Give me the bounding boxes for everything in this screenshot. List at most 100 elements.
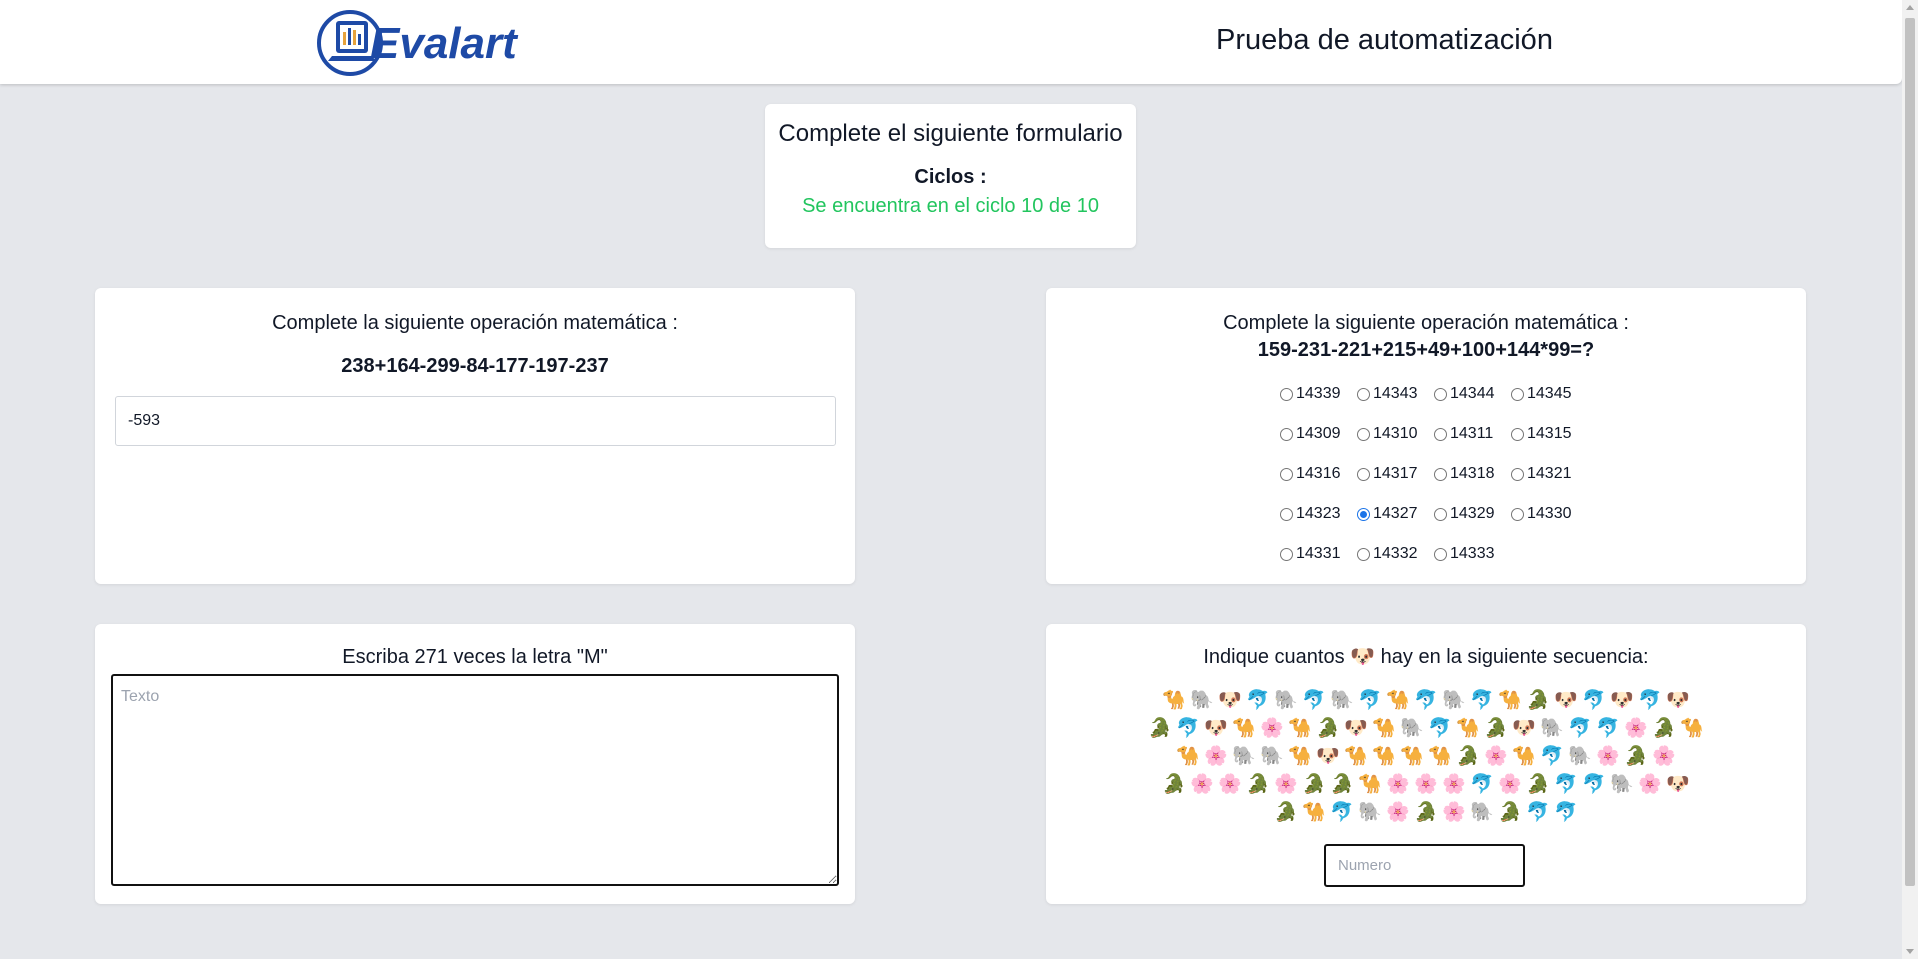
radio-button[interactable] [1434, 547, 1447, 561]
flower-icon: 🌸 [1442, 774, 1466, 795]
radio-button[interactable] [1357, 387, 1370, 401]
evalart-logo: Evalart [316, 8, 562, 78]
dolphin-icon: 🐬 [1582, 690, 1606, 711]
radio-option[interactable]: 14345 [1511, 384, 1588, 404]
radio-option[interactable]: 14344 [1434, 384, 1511, 404]
radio-option[interactable]: 14332 [1357, 544, 1434, 564]
radio-option[interactable]: 14329 [1434, 504, 1511, 524]
radio-button[interactable] [1357, 507, 1370, 521]
dog-icon: 🐶 [1610, 690, 1634, 711]
scroll-down-icon[interactable] [1906, 949, 1914, 954]
dog-icon: 🐶 [1512, 718, 1536, 739]
radio-option[interactable]: 14311 [1434, 424, 1511, 444]
camel-icon: 🐪 [1456, 718, 1480, 739]
crocodile-icon: 🐊 [1316, 718, 1340, 739]
dolphin-icon: 🐬 [1176, 718, 1200, 739]
page-title: Prueba de automatización [1216, 24, 1553, 56]
camel-icon: 🐪 [1302, 802, 1326, 823]
radio-button[interactable] [1280, 507, 1293, 521]
radio-button[interactable] [1357, 547, 1370, 561]
scroll-thumb[interactable] [1905, 18, 1915, 886]
radio-button[interactable] [1511, 467, 1524, 481]
radio-button[interactable] [1357, 427, 1370, 441]
math-answer-input[interactable] [115, 396, 836, 446]
letters-card: Escriba 271 veces la letra "M" [95, 624, 855, 904]
radio-label: 14329 [1450, 505, 1495, 522]
dolphin-icon: 🐬 [1582, 774, 1606, 795]
flower-icon: 🌸 [1260, 718, 1284, 739]
dog-icon: 🐶 [1316, 746, 1340, 767]
radio-option[interactable]: 14333 [1434, 544, 1511, 564]
radio-label: 14323 [1296, 505, 1341, 522]
crocodile-icon: 🐊 [1302, 774, 1326, 795]
dog-icon: 🐶 [1218, 690, 1242, 711]
count-heading: Indique cuantos 🐶 hay en la siguiente se… [1046, 644, 1806, 669]
radio-option[interactable]: 14309 [1280, 424, 1357, 444]
radio-row: 14331 14332 14333 [1280, 544, 1590, 584]
radio-option[interactable]: 14315 [1511, 424, 1588, 444]
radio-option[interactable]: 14331 [1280, 544, 1357, 564]
letters-textarea[interactable] [111, 674, 839, 886]
radio-button[interactable] [1511, 507, 1524, 521]
crocodile-icon: 🐊 [1414, 802, 1438, 823]
math-radio-heading: Complete la siguiente operación matemáti… [1223, 312, 1629, 334]
radio-button[interactable] [1511, 387, 1524, 401]
crocodile-icon: 🐊 [1330, 774, 1354, 795]
flower-icon: 🌸 [1442, 802, 1466, 823]
radio-button[interactable] [1434, 507, 1447, 521]
page-scrollbar[interactable] [1902, 0, 1918, 959]
radio-button[interactable] [1280, 547, 1293, 561]
radio-button[interactable] [1280, 467, 1293, 481]
math-radio-expression: 159-231-221+215+49+100+144*99=? [1257, 339, 1595, 361]
radio-option[interactable]: 14339 [1280, 384, 1357, 404]
flower-icon: 🌸 [1652, 746, 1676, 767]
crocodile-icon: 🐊 [1246, 774, 1270, 795]
radio-button[interactable] [1280, 427, 1293, 441]
emoji-row: 🐊 🐪 🐬 🐘 🌸 🐊 🌸 🐘 🐊 🐬 🐬 [1046, 800, 1806, 828]
radio-button[interactable] [1511, 427, 1524, 441]
radio-button[interactable] [1434, 427, 1447, 441]
camel-icon: 🐪 [1358, 774, 1382, 795]
dolphin-icon: 🐬 [1638, 690, 1662, 711]
dolphin-icon: 🐬 [1554, 802, 1578, 823]
camel-icon: 🐪 [1288, 718, 1312, 739]
dolphin-icon: 🐬 [1526, 802, 1550, 823]
radio-button[interactable] [1357, 467, 1370, 481]
radio-label: 14309 [1296, 425, 1341, 442]
radio-option[interactable]: 14318 [1434, 464, 1511, 484]
radio-option[interactable]: 14310 [1357, 424, 1434, 444]
radio-option[interactable]: 14343 [1357, 384, 1434, 404]
radio-button[interactable] [1434, 467, 1447, 481]
flower-icon: 🌸 [1484, 746, 1508, 767]
math-input-expression: 238+164-299-84-177-197-237 [341, 355, 609, 377]
flower-icon: 🌸 [1638, 774, 1662, 795]
radio-option[interactable]: 14316 [1280, 464, 1357, 484]
radio-button[interactable] [1434, 387, 1447, 401]
radio-option[interactable]: 14330 [1511, 504, 1588, 524]
elephant-icon: 🐘 [1260, 746, 1284, 767]
dog-icon: 🐶 [1666, 774, 1690, 795]
dog-icon: 🐶 [1344, 718, 1368, 739]
camel-icon: 🐪 [1386, 690, 1410, 711]
radio-option[interactable]: 14317 [1357, 464, 1434, 484]
count-number-input[interactable] [1324, 844, 1525, 887]
math-input-heading: Complete la siguiente operación matemáti… [272, 312, 678, 334]
elephant-icon: 🐘 [1540, 718, 1564, 739]
dolphin-icon: 🐬 [1414, 690, 1438, 711]
crocodile-icon: 🐊 [1148, 718, 1172, 739]
count-heading-before: Indique cuantos [1203, 646, 1345, 668]
dog-icon: 🐶 [1666, 690, 1690, 711]
camel-icon: 🐪 [1162, 690, 1186, 711]
radio-option[interactable]: 14321 [1511, 464, 1588, 484]
letters-heading: Escriba 271 veces la letra "M" [342, 646, 608, 668]
radio-button[interactable] [1280, 387, 1293, 401]
flower-icon: 🌸 [1624, 718, 1648, 739]
scroll-up-icon[interactable] [1906, 5, 1914, 10]
emoji-row: 🐪 🐘 🐶 🐬 🐘 🐬 🐘 🐬 🐪 🐬 🐘 🐬 🐪 🐊 🐶 🐬 🐶 🐬 🐶 [1046, 688, 1806, 716]
intro-card: Complete el siguiente formulario Ciclos … [765, 104, 1136, 248]
radio-option[interactable]: 14323 [1280, 504, 1357, 524]
radio-row: 14316 14317 14318 14321 [1280, 464, 1590, 504]
camel-icon: 🐪 [1372, 718, 1396, 739]
radio-option[interactable]: 14327 [1357, 504, 1434, 524]
elephant-icon: 🐘 [1442, 690, 1466, 711]
